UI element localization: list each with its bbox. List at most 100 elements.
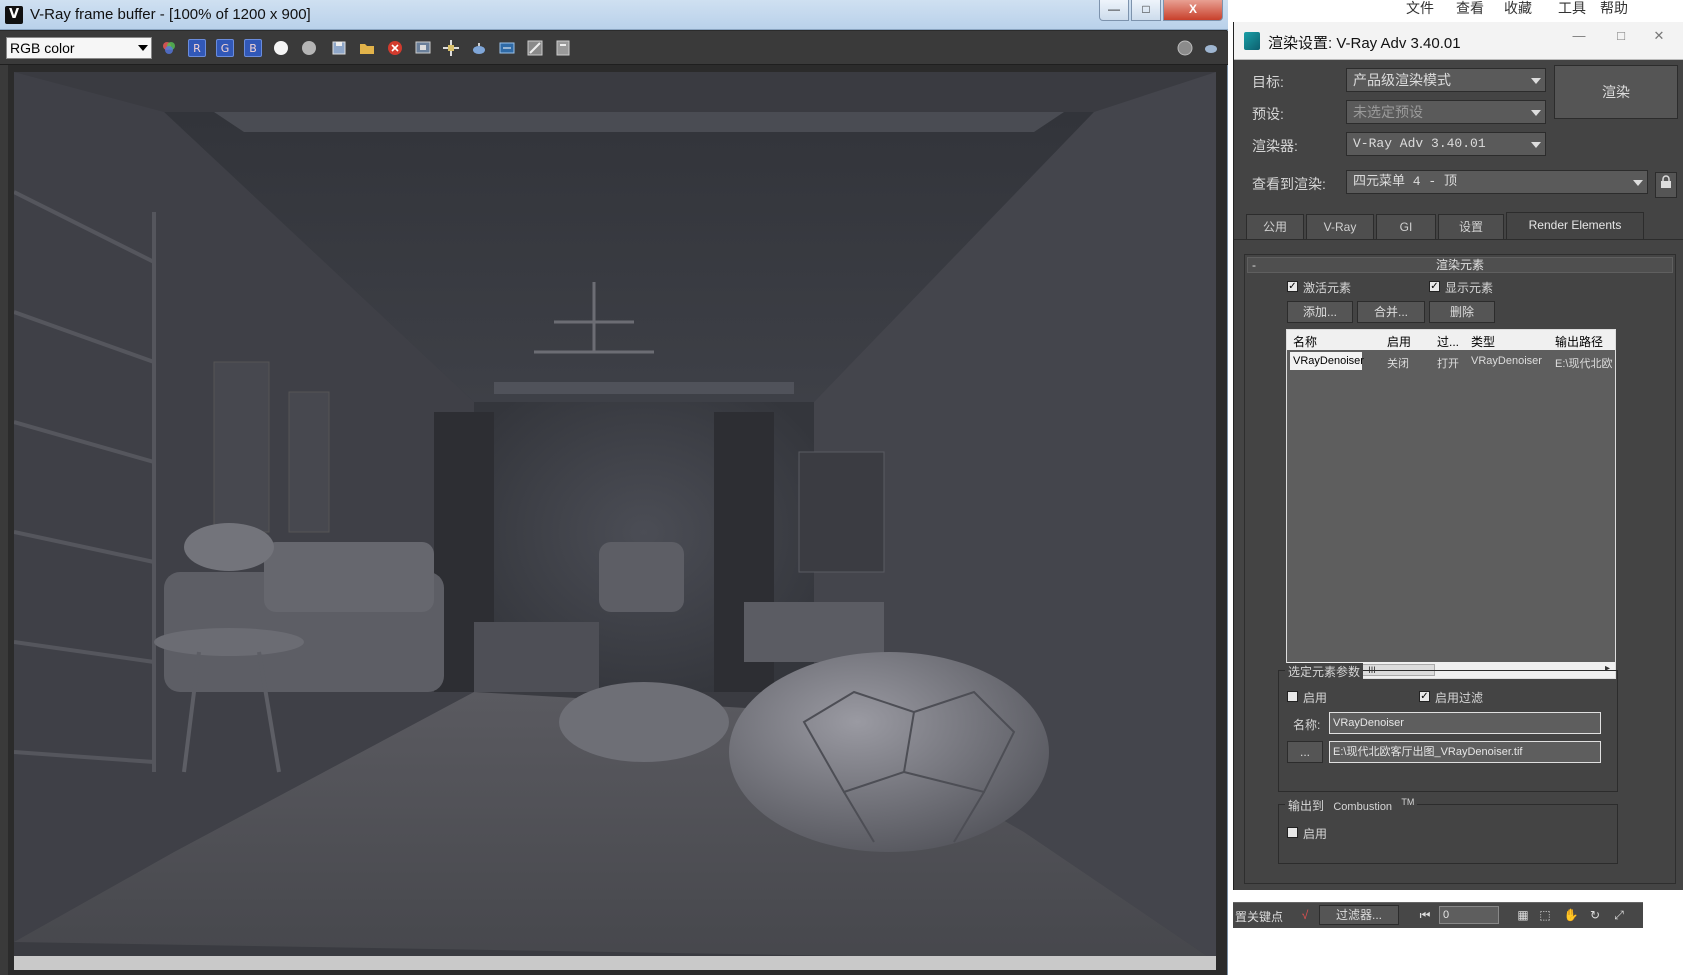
combustion-enable-label: 启用 xyxy=(1303,827,1328,841)
vfb-horizontal-scrollbar[interactable] xyxy=(14,956,1216,970)
menu-file[interactable]: 文件 xyxy=(1406,0,1434,18)
view-to-render-value: 四元菜单 4 - 顶 xyxy=(1353,174,1458,189)
element-enable-checkbox[interactable] xyxy=(1287,691,1298,702)
tab-settings[interactable]: 设置 xyxy=(1438,214,1504,240)
row-enabled[interactable]: 关闭 xyxy=(1387,355,1409,371)
zoom-extents-icon[interactable]: ▦ xyxy=(1515,907,1531,923)
element-name-label: 名称: xyxy=(1293,718,1321,732)
white-circle-icon[interactable] xyxy=(274,41,288,55)
element-name-field[interactable]: VRayDenoiser xyxy=(1329,712,1601,734)
render-setup-title-bar[interactable]: 渲染设置: V-Ray Adv 3.40.01 — □ ✕ xyxy=(1234,22,1683,60)
green-channel-button[interactable]: G xyxy=(216,39,234,57)
pan-hand-icon[interactable]: ✋ xyxy=(1563,907,1579,923)
renderer-value: V-Ray Adv 3.40.01 xyxy=(1353,136,1486,151)
row-filter[interactable]: 打开 xyxy=(1437,355,1459,371)
stop-render-icon[interactable] xyxy=(386,39,404,57)
rollout-header[interactable]: - 渲染元素 xyxy=(1247,257,1673,273)
save-image-icon[interactable] xyxy=(330,39,348,57)
renderer-dropdown[interactable]: V-Ray Adv 3.40.01 xyxy=(1346,132,1546,156)
vfb-window-title: V-Ray frame buffer - [100% of 1200 x 900… xyxy=(30,6,311,23)
chevron-down-icon xyxy=(1531,78,1541,84)
filters-button[interactable]: 过滤器... xyxy=(1319,905,1399,925)
merge-element-button[interactable]: 合并... xyxy=(1357,301,1425,323)
display-elements-checkbox[interactable]: ✓ xyxy=(1429,281,1440,292)
minimize-button[interactable]: — xyxy=(1099,0,1129,21)
teapot-small-icon[interactable] xyxy=(1202,39,1220,57)
render-elements-table[interactable]: 名称 启用 过... 类型 输出路径 VRayDenoiser 关闭 打开 VR… xyxy=(1286,329,1616,679)
display-elements-label: 显示元素 xyxy=(1445,281,1494,295)
renderer-label: 渲染器: xyxy=(1252,138,1298,154)
view-to-render-dropdown[interactable]: 四元菜单 4 - 顶 xyxy=(1346,170,1648,194)
chevron-down-icon xyxy=(1531,110,1541,116)
open-folder-icon[interactable] xyxy=(358,39,376,57)
max-status-strip: 置关键点 √ 过滤器... ⏮ 0 ▦ ⬚ ✋ ↻ ⤢ xyxy=(1233,890,1683,975)
column-name[interactable]: 名称 xyxy=(1293,333,1317,350)
column-filter[interactable]: 过... xyxy=(1437,333,1459,350)
orbit-icon[interactable]: ↻ xyxy=(1587,907,1603,923)
activate-elements-checkbox[interactable]: ✓ xyxy=(1287,281,1298,292)
column-output-path[interactable]: 输出路径 xyxy=(1555,333,1603,350)
output-to-label: 输出到 xyxy=(1288,799,1325,813)
region-render-icon[interactable] xyxy=(414,39,432,57)
render-setup-dialog: 渲染设置: V-Ray Adv 3.40.01 — □ ✕ 目标: 产品级渲染模… xyxy=(1233,22,1683,890)
tab-gi[interactable]: GI xyxy=(1376,214,1436,240)
delete-element-button[interactable]: 删除 xyxy=(1429,301,1495,323)
close-button[interactable]: X xyxy=(1163,0,1223,21)
chevron-down-icon xyxy=(138,45,148,51)
teapot-icon[interactable] xyxy=(470,39,488,57)
column-type[interactable]: 类型 xyxy=(1471,333,1495,350)
curve-icon[interactable]: √ xyxy=(1297,907,1313,923)
collapse-icon[interactable]: - xyxy=(1252,258,1256,272)
row-name[interactable]: VRayDenoiser xyxy=(1293,355,1364,367)
vray-logo-icon: V xyxy=(5,6,23,24)
lock-icon[interactable] xyxy=(1655,172,1677,198)
color-wheel-icon[interactable] xyxy=(160,39,178,57)
maximize-viewport-icon[interactable]: ⤢ xyxy=(1611,907,1627,923)
maximize-button[interactable]: □ xyxy=(1131,0,1161,21)
tab-vray[interactable]: V-Ray xyxy=(1306,214,1374,240)
globe-icon[interactable] xyxy=(1176,39,1194,57)
region-zoom-icon[interactable]: ⬚ xyxy=(1537,907,1553,923)
frame-field[interactable]: 0 xyxy=(1439,906,1499,924)
tab-divider xyxy=(1234,239,1683,240)
maximize-button[interactable]: □ xyxy=(1608,28,1634,46)
combustion-enable-checkbox[interactable] xyxy=(1287,827,1298,838)
color-correction-icon[interactable] xyxy=(526,39,544,57)
menu-help[interactable]: 帮助 xyxy=(1600,0,1628,18)
vfb-left-edge xyxy=(0,65,8,975)
trademark-label: TM xyxy=(1401,797,1415,807)
menu-tools[interactable]: 工具 xyxy=(1558,0,1586,18)
close-button[interactable]: ✕ xyxy=(1646,28,1672,46)
browse-path-button[interactable]: ... xyxy=(1287,741,1323,763)
menu-favorites[interactable]: 收藏 xyxy=(1504,0,1532,18)
red-channel-button[interactable]: R xyxy=(188,39,206,57)
lens-effects-icon[interactable] xyxy=(498,39,516,57)
history-icon[interactable] xyxy=(554,39,572,57)
row-type[interactable]: VRayDenoiser xyxy=(1471,355,1542,367)
render-button[interactable]: 渲染 xyxy=(1554,65,1678,119)
output-to-combustion-group: 输出到 Combustion TM 启用 xyxy=(1278,797,1618,864)
go-to-start-icon[interactable]: ⏮ xyxy=(1417,907,1433,923)
enable-filter-label: 启用过滤 xyxy=(1435,691,1484,705)
preset-dropdown[interactable]: 未选定预设 xyxy=(1346,100,1546,124)
chevron-down-icon xyxy=(1531,142,1541,148)
row-output-path[interactable]: E:\现代北欧 xyxy=(1555,355,1612,371)
element-path-field[interactable]: E:\现代北欧客厅出图_VRayDenoiser.tif xyxy=(1329,741,1601,763)
target-dropdown[interactable]: 产品级渲染模式 xyxy=(1346,68,1546,92)
vfb-title-bar[interactable]: V V-Ray frame buffer - [100% of 1200 x 9… xyxy=(0,0,1228,30)
activate-elements-label: 激活元素 xyxy=(1303,281,1352,295)
follow-mouse-icon[interactable] xyxy=(442,39,460,57)
tab-render-elements[interactable]: Render Elements xyxy=(1506,212,1644,240)
channel-dropdown[interactable]: RGB color xyxy=(6,37,152,59)
menu-view[interactable]: 查看 xyxy=(1456,0,1484,18)
blue-channel-button[interactable]: B xyxy=(244,39,262,57)
rendered-image[interactable] xyxy=(14,72,1216,962)
render-setup-title: 渲染设置: V-Ray Adv 3.40.01 xyxy=(1268,35,1461,52)
gray-circle-icon[interactable] xyxy=(302,41,316,55)
enable-filter-checkbox[interactable]: ✓ xyxy=(1419,691,1430,702)
max-animation-controls: 置关键点 √ 过滤器... ⏮ 0 ▦ ⬚ ✋ ↻ ⤢ xyxy=(1233,902,1643,928)
add-element-button[interactable]: 添加... xyxy=(1287,301,1353,323)
column-enabled[interactable]: 启用 xyxy=(1387,333,1411,350)
minimize-button[interactable]: — xyxy=(1566,28,1592,46)
tab-common[interactable]: 公用 xyxy=(1246,214,1304,240)
